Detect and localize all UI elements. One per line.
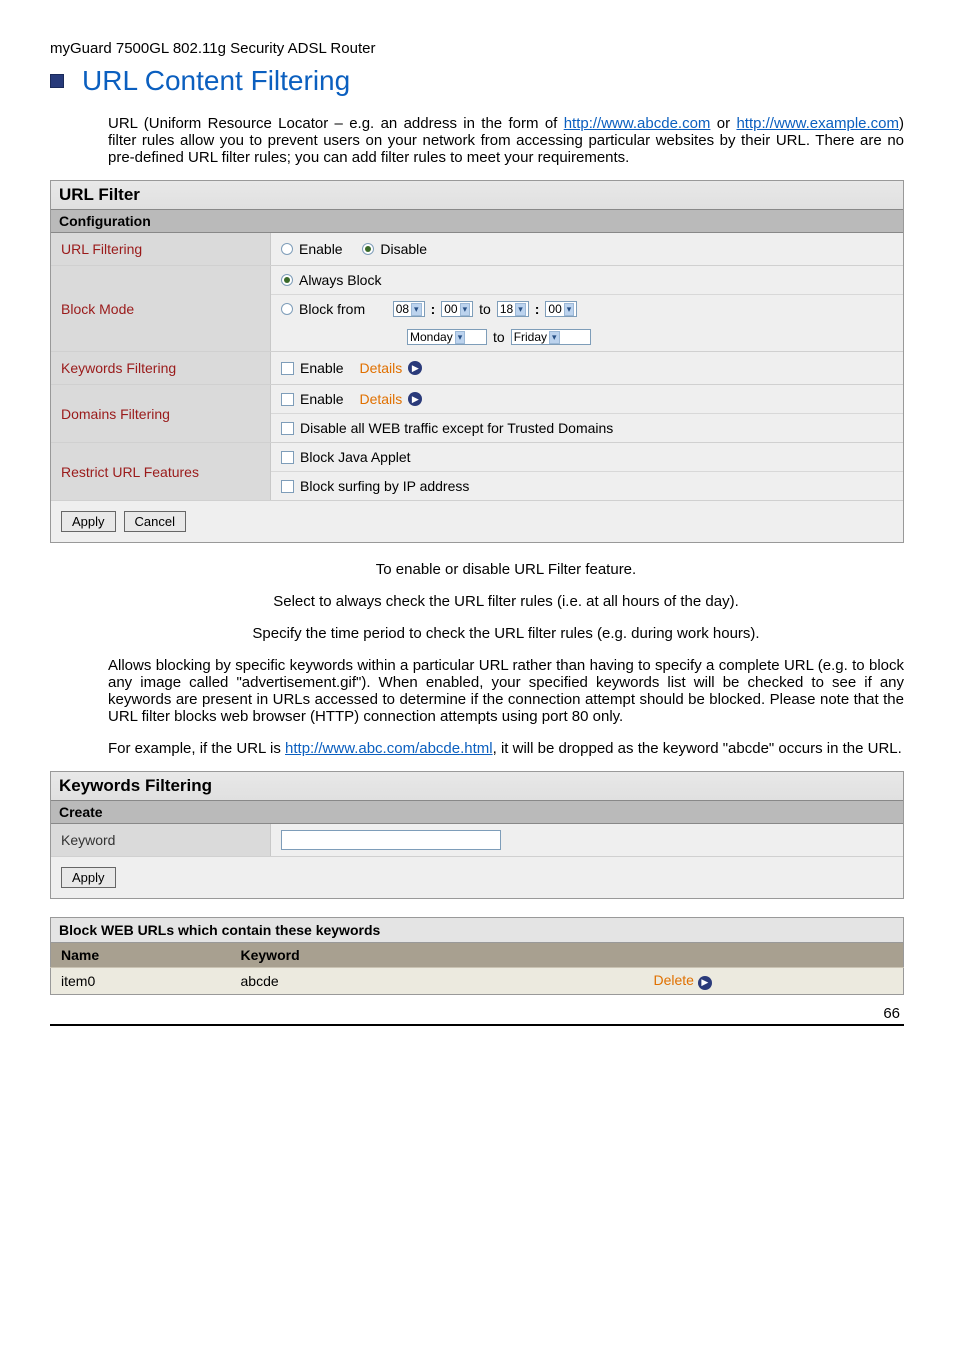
panel-title: URL Filter	[51, 181, 903, 210]
checkbox-block-java-label: Block Java Applet	[300, 449, 411, 465]
checkbox-block-java[interactable]	[281, 451, 294, 464]
chevron-down-icon: ▾	[460, 303, 471, 316]
col-name: Name	[51, 943, 231, 968]
table-row: item0 abcde Delete ▶	[51, 968, 904, 995]
checkbox-keywords-enable[interactable]	[281, 362, 294, 375]
kw-panel-title: Keywords Filtering	[51, 772, 903, 801]
checkbox-keywords-enable-label: Enable	[300, 360, 344, 376]
keywords-block-table: Block WEB URLs which contain these keywo…	[50, 917, 904, 995]
footer-rule	[50, 1024, 904, 1026]
def-keywords: Allows blocking by specific keywords wit…	[108, 657, 904, 725]
def-always-block: Select to always check the URL filter ru…	[108, 593, 904, 610]
checkbox-block-ip-label: Block surfing by IP address	[300, 478, 469, 494]
col-keyword: Keyword	[231, 943, 644, 968]
checkbox-disable-all-web[interactable]	[281, 422, 294, 435]
cancel-button[interactable]: Cancel	[124, 511, 186, 532]
example-url-link[interactable]: http://www.abc.com/abcde.html	[285, 740, 493, 757]
select-h2[interactable]: 18▾	[497, 301, 529, 317]
def-example-a: For example, if the URL is	[108, 740, 285, 757]
keyword-input[interactable]	[281, 830, 501, 850]
def-keywords-text: Allows blocking by specific keywords wit…	[108, 657, 904, 725]
checkbox-disable-all-web-label: Disable all WEB traffic except for Trust…	[300, 420, 613, 436]
radio-enable[interactable]	[281, 243, 293, 255]
checkbox-block-ip[interactable]	[281, 480, 294, 493]
kw-block-title: Block WEB URLs which contain these keywo…	[51, 918, 904, 943]
row-label-domains: Domains Filtering	[51, 385, 271, 442]
to-label-2: to	[493, 329, 505, 345]
url-filter-panel: URL Filter Configuration URL Filtering E…	[50, 180, 904, 543]
domains-details-link[interactable]: Details	[359, 391, 402, 407]
row-label-url-filtering: URL Filtering	[51, 233, 271, 265]
def-url-filtering: To enable or disable URL Filter feature.	[108, 561, 904, 578]
def-example: For example, if the URL is http://www.ab…	[108, 740, 904, 757]
intro-paragraph: URL (Uniform Resource Locator – e.g. an …	[108, 115, 904, 166]
apply-button[interactable]: Apply	[61, 511, 116, 532]
chevron-down-icon: ▾	[564, 303, 575, 316]
checkbox-domains-enable[interactable]	[281, 393, 294, 406]
example-link-2[interactable]: http://www.example.com	[736, 115, 899, 132]
select-m1[interactable]: 00▾	[441, 301, 473, 317]
radio-disable[interactable]	[362, 243, 374, 255]
panel-section-title: Configuration	[51, 210, 903, 233]
keywords-filtering-panel: Keywords Filtering Create Keyword Apply	[50, 771, 904, 899]
row-label-block-mode: Block Mode	[51, 266, 271, 351]
delete-link[interactable]: Delete	[654, 972, 694, 988]
page-number: 66	[50, 1005, 904, 1022]
def-block-from: Specify the time period to check the URL…	[108, 625, 904, 642]
to-label-1: to	[479, 301, 491, 317]
radio-disable-label: Disable	[380, 241, 427, 257]
chevron-down-icon: ▾	[455, 331, 466, 344]
row-keyword: abcde	[231, 968, 644, 995]
checkbox-domains-enable-label: Enable	[300, 391, 344, 407]
select-h1[interactable]: 08▾	[393, 301, 425, 317]
kw-apply-button[interactable]: Apply	[61, 867, 116, 888]
arrow-right-icon[interactable]: ▶	[408, 361, 422, 375]
radio-always-block-label: Always Block	[299, 272, 381, 288]
def-example-b: , it will be dropped as the keyword "abc…	[493, 740, 902, 757]
arrow-right-icon[interactable]: ▶	[408, 392, 422, 406]
radio-always-block[interactable]	[281, 274, 293, 286]
row-label-keywords: Keywords Filtering	[51, 352, 271, 384]
radio-block-from-label: Block from	[299, 301, 365, 317]
kw-label: Keyword	[51, 824, 271, 856]
chevron-down-icon: ▾	[411, 303, 422, 316]
example-link-1[interactable]: http://www.abcde.com	[564, 115, 711, 132]
intro-text-b: or	[710, 115, 736, 132]
intro-text-a: URL (Uniform Resource Locator – e.g. an …	[108, 115, 564, 132]
select-m2[interactable]: 00▾	[545, 301, 577, 317]
radio-enable-label: Enable	[299, 241, 343, 257]
arrow-right-icon[interactable]: ▶	[698, 976, 712, 990]
breadcrumb: myGuard 7500GL 802.11g Security ADSL Rou…	[50, 40, 904, 57]
chevron-down-icon: ▾	[549, 331, 560, 344]
select-day1[interactable]: Monday▾	[407, 329, 487, 345]
page-title: URL Content Filtering	[82, 65, 350, 97]
row-label-restrict: Restrict URL Features	[51, 443, 271, 500]
chevron-down-icon: ▾	[515, 303, 526, 316]
kw-create-header: Create	[51, 801, 903, 824]
title-bullet-icon	[50, 74, 64, 88]
radio-block-from[interactable]	[281, 303, 293, 315]
select-day2[interactable]: Friday▾	[511, 329, 591, 345]
keywords-details-link[interactable]: Details	[359, 360, 402, 376]
row-name: item0	[51, 968, 231, 995]
